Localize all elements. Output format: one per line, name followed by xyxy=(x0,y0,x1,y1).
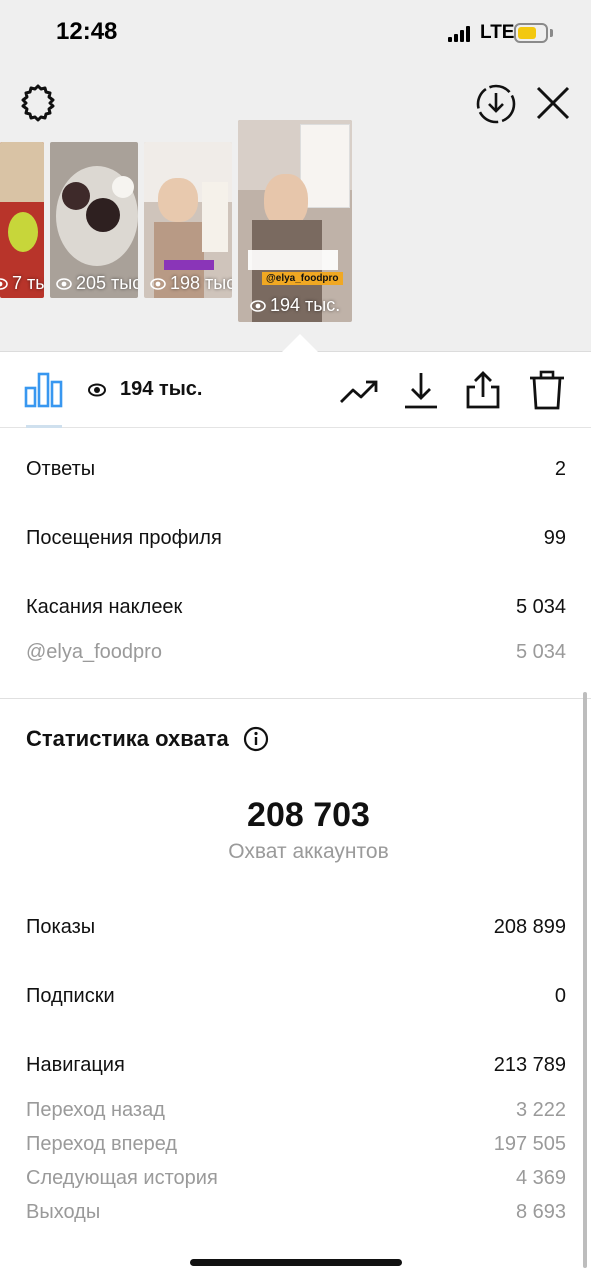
scrollbar[interactable] xyxy=(583,692,587,1268)
stat-value: 0 xyxy=(554,985,566,1007)
stat-label: Подписки xyxy=(26,985,115,1007)
stat-value: 99 xyxy=(543,527,566,549)
status-time: 12:48 xyxy=(56,18,118,45)
views-count: 194 тыс. xyxy=(88,378,202,401)
battery-tip xyxy=(550,29,553,37)
battery-icon xyxy=(514,23,548,43)
stat-label: Выходы xyxy=(26,1201,101,1223)
stat-label: Ответы xyxy=(26,458,96,480)
story-thumbnail[interactable]: 198 тыс. xyxy=(144,142,232,298)
views-count-value: 194 тыс. xyxy=(120,378,203,400)
stat-row-follows: Подписки 0 xyxy=(26,985,566,1008)
sticker-mention-label: @elya_foodpro xyxy=(26,641,162,663)
thumbnail-caption: @elya_foodpro xyxy=(262,272,343,285)
trash-icon[interactable] xyxy=(526,370,568,410)
stat-label: Навигация xyxy=(26,1054,125,1076)
eye-icon xyxy=(88,383,106,396)
thumbnail-views: 205 тыс. xyxy=(76,273,138,293)
nav-row-back: Переход назад 3 222 xyxy=(26,1099,566,1122)
stat-row-navigation: Навигация 213 789 xyxy=(26,1054,566,1077)
nav-row-forward: Переход вперед 197 505 xyxy=(26,1133,566,1156)
stat-value: 2 xyxy=(554,458,566,480)
reach-section-title: Статистика охвата xyxy=(26,726,269,752)
thumbnail-views: 7 тыс. xyxy=(12,273,44,293)
signal-icon xyxy=(448,26,470,42)
stat-label: Переход назад xyxy=(26,1099,165,1121)
home-indicator[interactable] xyxy=(190,1259,402,1266)
stat-value: 208 899 xyxy=(493,916,566,938)
thumbnail-strip: 7 тыс. 205 тыс. 198 тыс. @elya_foodpro xyxy=(0,66,591,352)
stat-label: Посещения профиля xyxy=(26,527,222,549)
stat-row-sticker-taps: Касания наклеек 5 034 xyxy=(26,596,566,619)
stat-value: 4 369 xyxy=(515,1167,566,1189)
chart-tab-underline xyxy=(26,425,62,428)
reach-label: Охват аккаунтов xyxy=(228,840,389,863)
thumbnail-views: 194 тыс. xyxy=(270,295,341,315)
thumbnail-views: 198 тыс. xyxy=(170,273,232,293)
stat-row-profile-visits: Посещения профиля 99 xyxy=(26,527,566,550)
stat-value: 5 034 xyxy=(515,596,566,618)
stat-label: Касания наклеек xyxy=(26,596,183,618)
stat-value: 3 222 xyxy=(515,1099,566,1121)
stat-value: 197 505 xyxy=(493,1133,566,1155)
download-icon[interactable] xyxy=(400,370,442,410)
reach-title-text: Статистика охвата xyxy=(26,726,229,751)
stat-label: Показы xyxy=(26,916,96,938)
stat-label: Следующая история xyxy=(26,1167,218,1189)
reach-number: 208 703 xyxy=(247,796,370,834)
eye-icon xyxy=(0,277,8,290)
bar-chart-icon[interactable] xyxy=(24,370,64,408)
network-label: LTE xyxy=(480,22,515,43)
selected-pointer xyxy=(282,334,318,352)
stat-value: 8 693 xyxy=(515,1201,566,1223)
share-icon[interactable] xyxy=(462,370,504,410)
status-bar: 12:48 LTE xyxy=(0,0,591,66)
action-bar: 194 тыс. xyxy=(0,352,591,428)
stat-row-sticker-detail[interactable]: @elya_foodpro 5 034 xyxy=(26,641,566,664)
stat-row-impressions: Показы 208 899 xyxy=(26,916,566,939)
stat-label: Переход вперед xyxy=(26,1133,178,1155)
story-thumbnail[interactable]: 7 тыс. xyxy=(0,142,44,298)
stat-value: 5 034 xyxy=(515,641,566,663)
eye-icon xyxy=(56,277,72,290)
stat-value: 213 789 xyxy=(493,1054,566,1076)
story-thumbnail-selected[interactable]: @elya_foodpro 194 тыс. xyxy=(238,120,352,322)
nav-row-next-story: Следующая история 4 369 xyxy=(26,1167,566,1190)
trending-icon[interactable] xyxy=(338,370,380,410)
eye-icon xyxy=(150,277,166,290)
story-thumbnail[interactable]: 205 тыс. xyxy=(50,142,138,298)
story-carousel: 7 тыс. 205 тыс. 198 тыс. @elya_foodpro xyxy=(0,66,591,352)
stat-row-replies: Ответы 2 xyxy=(26,458,566,481)
eye-icon xyxy=(250,299,266,312)
info-icon[interactable] xyxy=(243,726,269,752)
section-divider xyxy=(0,698,591,699)
nav-row-exits: Выходы 8 693 xyxy=(26,1201,566,1224)
